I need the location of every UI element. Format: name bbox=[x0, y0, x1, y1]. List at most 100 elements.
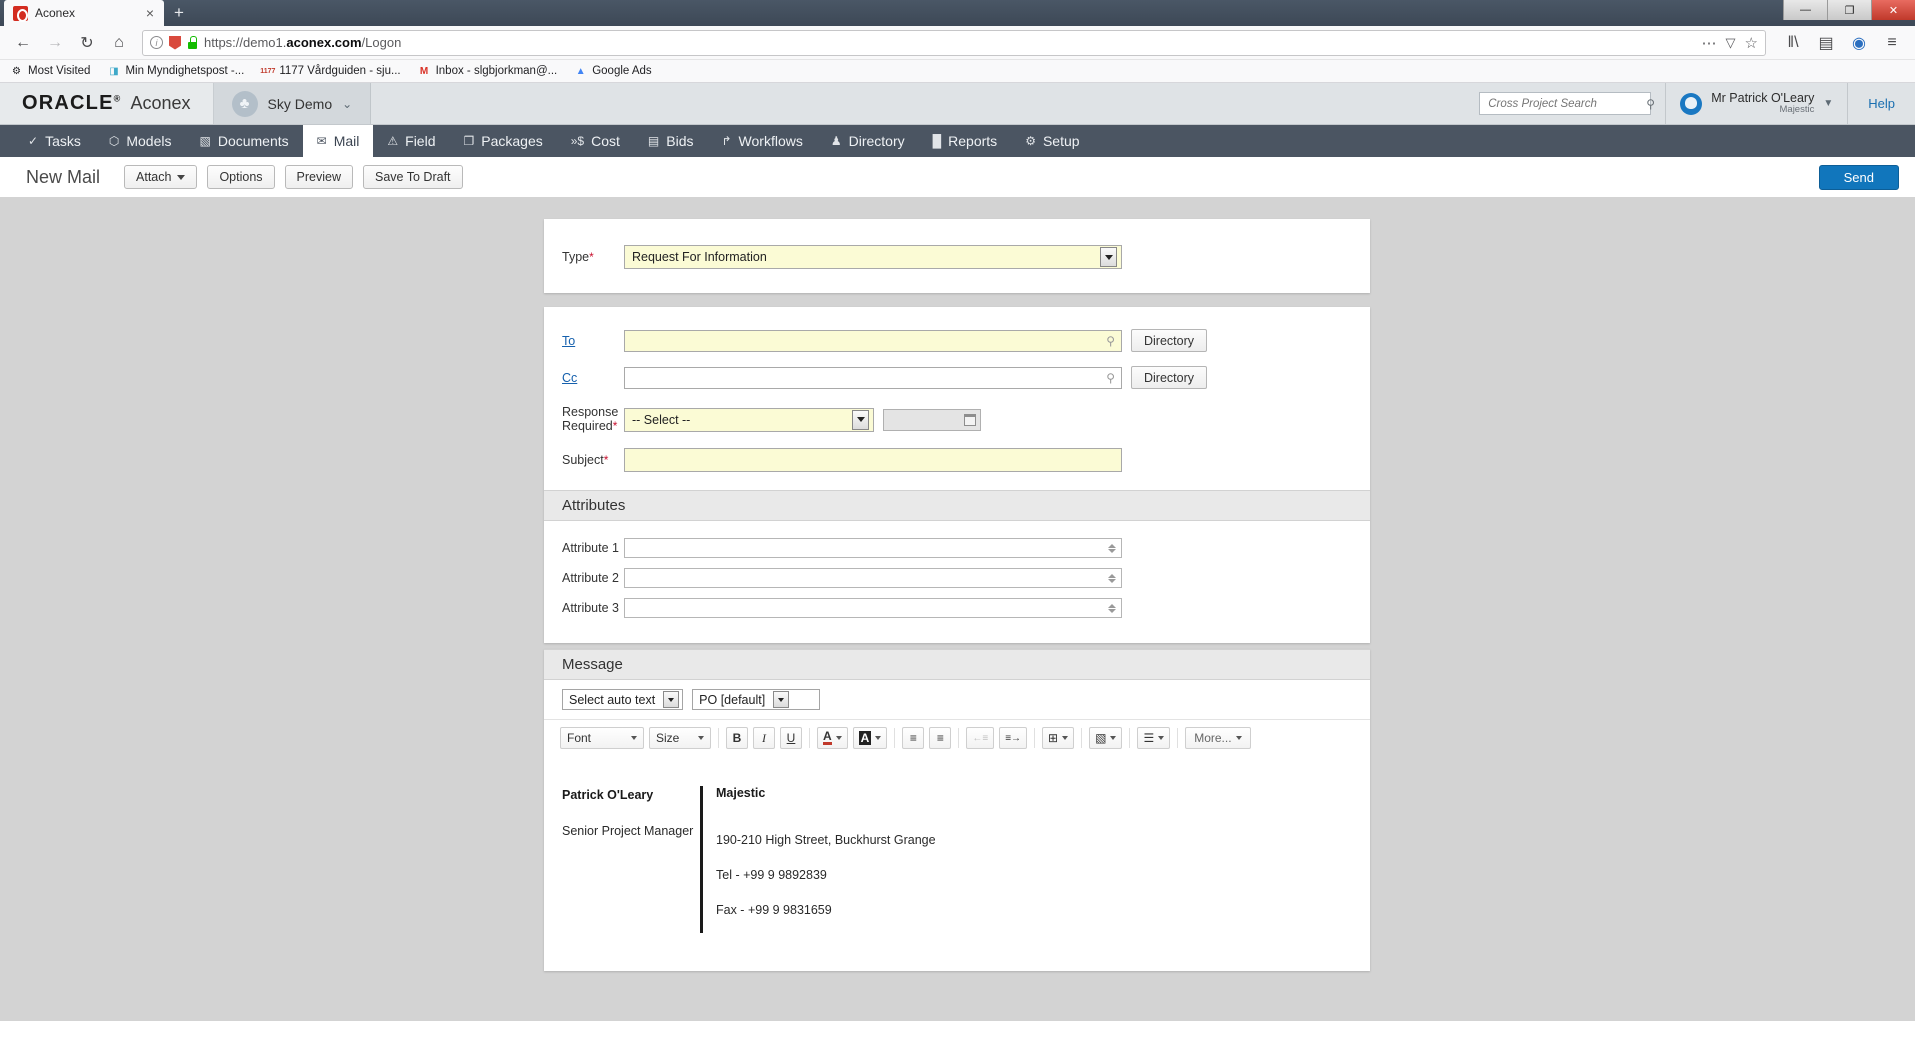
sidebar-icon[interactable]: ▤ bbox=[1811, 29, 1841, 57]
cc-directory-button[interactable]: Directory bbox=[1131, 366, 1208, 389]
spinner-icon[interactable] bbox=[1108, 573, 1116, 583]
chevron-down-icon[interactable] bbox=[773, 691, 790, 709]
tab-label: Mail bbox=[333, 133, 360, 149]
signature-fax: Fax - +99 9 9831659 bbox=[716, 903, 832, 918]
italic-button[interactable]: I bbox=[753, 727, 775, 750]
numbered-list-icon[interactable]: ≡ bbox=[902, 727, 925, 750]
close-icon[interactable]: × bbox=[146, 6, 154, 20]
attribute-2-select[interactable] bbox=[624, 568, 1122, 589]
search-icon[interactable]: ⚲ bbox=[1646, 97, 1655, 111]
page-info-icon[interactable]: i bbox=[150, 36, 163, 49]
font-family-select[interactable]: Font bbox=[560, 727, 644, 750]
preview-button[interactable]: Preview bbox=[284, 165, 354, 189]
indent-icon[interactable]: ≡→ bbox=[999, 727, 1028, 750]
to-directory-button[interactable]: Directory bbox=[1131, 329, 1208, 352]
bookmark-item[interactable]: ⚙ Most Visited bbox=[10, 65, 90, 78]
chevron-down-icon[interactable] bbox=[1100, 247, 1117, 267]
toolbar-divider bbox=[1034, 728, 1036, 749]
to-input[interactable]: ⚲ bbox=[624, 329, 1122, 352]
envelope-icon: ✉ bbox=[316, 134, 327, 148]
attribute-3-select[interactable] bbox=[624, 598, 1122, 619]
tab-packages[interactable]: ❐ Packages bbox=[450, 125, 557, 157]
lock-icon[interactable] bbox=[187, 36, 198, 49]
bookmark-item[interactable]: ◨ Min Myndighetspost -... bbox=[107, 65, 244, 78]
pocket-icon[interactable]: ▽ bbox=[1726, 35, 1736, 51]
bookmark-star-icon[interactable]: ☆ bbox=[1745, 34, 1758, 52]
tab-reports[interactable]: █ Reports bbox=[919, 125, 1012, 157]
options-button[interactable]: Options bbox=[207, 165, 275, 189]
type-select[interactable]: Request For Information bbox=[624, 245, 1122, 269]
minimize-button[interactable]: — bbox=[1783, 0, 1827, 20]
align-button[interactable]: ☰ bbox=[1137, 727, 1171, 750]
workflow-icon: ↱ bbox=[721, 134, 732, 148]
cross-project-search[interactable]: ⚲ bbox=[1479, 92, 1655, 115]
bookmark-item[interactable]: M Inbox - slgbjorkman@... bbox=[418, 65, 557, 78]
send-button[interactable]: Send bbox=[1818, 164, 1899, 190]
chevron-down-icon[interactable]: ⌄ bbox=[342, 97, 352, 111]
font-size-select[interactable]: Size bbox=[649, 727, 711, 750]
auto-text-select[interactable]: Select auto text bbox=[562, 689, 684, 711]
bookmark-item[interactable]: ▲ Google Ads bbox=[574, 65, 652, 78]
chevron-down-icon[interactable] bbox=[663, 691, 680, 709]
paste-button[interactable]: ▧ bbox=[1089, 727, 1123, 750]
user-menu[interactable]: Mr Patrick O'Leary Majestic ▼ bbox=[1665, 83, 1849, 124]
bold-button[interactable]: B bbox=[726, 727, 748, 750]
highlight-color-button[interactable]: A bbox=[852, 727, 888, 750]
bookmarks-bar: ⚙ Most Visited ◨ Min Myndighetspost -...… bbox=[0, 60, 1915, 83]
text-color-button[interactable]: A bbox=[817, 727, 848, 750]
tab-field[interactable]: ⚠ Field bbox=[373, 125, 449, 157]
account-icon[interactable]: ◉ bbox=[1844, 29, 1874, 57]
spinner-icon[interactable] bbox=[1108, 603, 1116, 613]
restore-button[interactable]: ❐ bbox=[1827, 0, 1871, 20]
tab-tasks[interactable]: ✓ Tasks bbox=[14, 125, 95, 157]
response-required-value: -- Select -- bbox=[632, 412, 691, 427]
tab-models[interactable]: ⬡ Models bbox=[95, 125, 186, 157]
subject-input[interactable] bbox=[624, 448, 1122, 473]
tab-bids[interactable]: ▤ Bids bbox=[634, 125, 708, 157]
page-actions-icon[interactable]: ⋯ bbox=[1702, 34, 1717, 52]
signature-template-select[interactable]: PO [default] bbox=[692, 689, 821, 711]
new-tab-button[interactable]: + bbox=[164, 0, 194, 26]
insert-table-button[interactable]: ⊞ bbox=[1042, 727, 1075, 750]
response-required-select[interactable]: -- Select -- bbox=[624, 407, 874, 432]
attribute-1-select[interactable] bbox=[624, 538, 1122, 559]
signature-person: Patrick O'Leary Senior Project Manager bbox=[562, 786, 700, 933]
cross-project-search-wrap: ⚲ bbox=[1465, 83, 1665, 124]
chevron-down-icon[interactable]: ▼ bbox=[1823, 98, 1833, 109]
search-icon[interactable]: ⚲ bbox=[1106, 371, 1115, 385]
tab-directory[interactable]: ♟ Directory bbox=[817, 125, 919, 157]
url-bar[interactable]: i https://demo1.aconex.com/Logon ⋯ ▽ ☆ bbox=[142, 29, 1766, 56]
search-input[interactable] bbox=[1486, 96, 1647, 111]
chevron-down-icon[interactable] bbox=[852, 409, 869, 430]
more-options-button[interactable]: More... bbox=[1185, 727, 1251, 750]
warning-icon: ⚠ bbox=[387, 134, 399, 148]
spinner-icon[interactable] bbox=[1108, 543, 1116, 553]
bookmark-item[interactable]: 1177 1177 Vårdguiden - sju... bbox=[260, 65, 400, 78]
cc-input[interactable]: ⚲ bbox=[624, 366, 1122, 389]
back-icon[interactable]: ← bbox=[8, 29, 38, 57]
search-icon[interactable]: ⚲ bbox=[1106, 334, 1115, 348]
save-to-draft-button[interactable]: Save To Draft bbox=[363, 165, 463, 189]
subject-row: Subject* bbox=[544, 438, 1370, 476]
reload-icon[interactable]: ↻ bbox=[72, 29, 102, 57]
calendar-icon[interactable] bbox=[964, 413, 976, 426]
tab-setup[interactable]: ⚙ Setup bbox=[1011, 125, 1093, 157]
project-switcher[interactable]: ♣ Sky Demo ⌄ bbox=[213, 83, 372, 124]
tab-documents[interactable]: ▧ Documents bbox=[185, 125, 302, 157]
bookmark-label: Most Visited bbox=[28, 65, 91, 77]
tab-workflows[interactable]: ↱ Workflows bbox=[707, 125, 816, 157]
home-icon[interactable]: ⌂ bbox=[104, 29, 134, 57]
library-icon[interactable]: ‖\ bbox=[1778, 29, 1808, 57]
attach-button[interactable]: Attach bbox=[124, 165, 198, 189]
window-close-button[interactable]: ✕ bbox=[1871, 0, 1915, 20]
tracking-shield-icon[interactable] bbox=[169, 35, 181, 50]
browser-tab[interactable]: Aconex × bbox=[4, 0, 164, 26]
tab-mail[interactable]: ✉ Mail bbox=[302, 125, 374, 157]
help-link[interactable]: Help bbox=[1848, 83, 1915, 124]
message-body-editor[interactable]: Patrick O'Leary Senior Project Manager M… bbox=[544, 756, 1370, 972]
bullet-list-icon[interactable]: ≡ bbox=[929, 727, 952, 750]
tab-cost[interactable]: »$ Cost bbox=[557, 125, 634, 157]
response-date-field[interactable] bbox=[883, 408, 981, 431]
menu-icon[interactable]: ≡ bbox=[1877, 29, 1907, 57]
underline-button[interactable]: U bbox=[780, 727, 802, 750]
